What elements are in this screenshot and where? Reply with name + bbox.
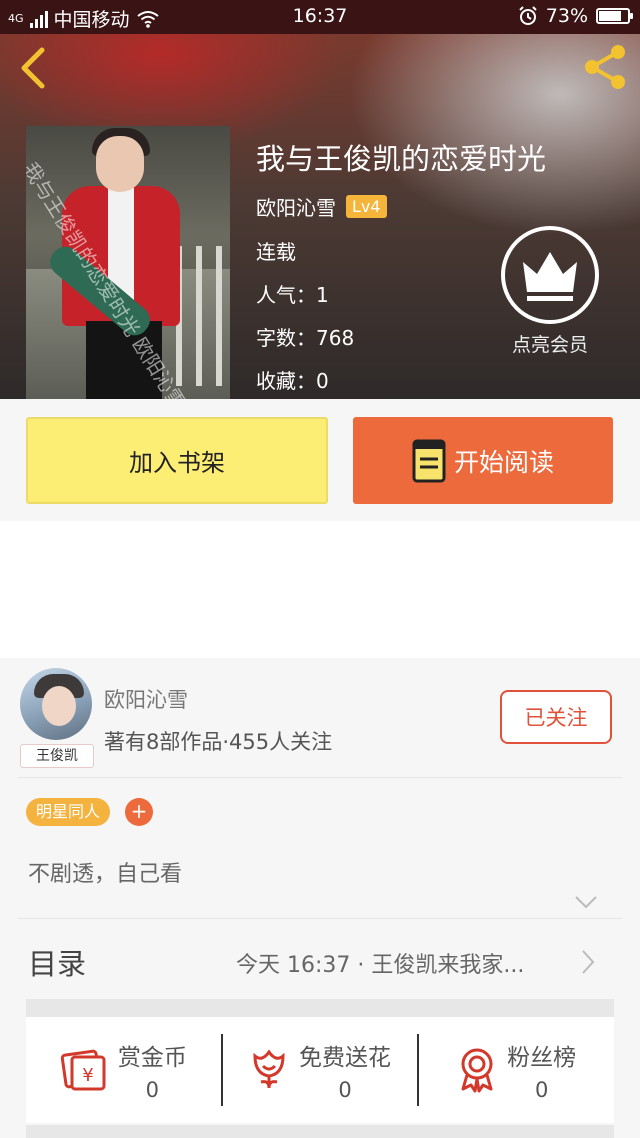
follow-button[interactable]: 已关注 bbox=[500, 690, 612, 744]
reward-count: 0 bbox=[338, 1078, 352, 1102]
author-avatar[interactable] bbox=[20, 668, 92, 740]
book-author[interactable]: 欧阳沁雪 bbox=[256, 192, 336, 221]
book-popularity: 人气：1 bbox=[256, 283, 329, 307]
book-status: 连载 bbox=[256, 240, 296, 264]
reward-count: 0 bbox=[145, 1078, 160, 1102]
chevron-right-icon bbox=[582, 950, 595, 974]
vip-button[interactable]: 点亮会员 bbox=[500, 226, 600, 357]
battery-percent: 73% bbox=[545, 5, 588, 27]
add-to-shelf-label: 加入书架 bbox=[129, 449, 225, 477]
book-title: 我与王俊凯的恋爱时光 bbox=[256, 142, 547, 176]
latest-chapter: 今天 16:37 · 王俊凯来我家... bbox=[236, 953, 525, 978]
add-tag-button[interactable]: + bbox=[125, 798, 153, 826]
book-summary: 不剧透，自己看 bbox=[28, 862, 183, 887]
avatar-tag: 王俊凯 bbox=[20, 744, 94, 768]
tag-chip[interactable]: 明星同人 bbox=[26, 798, 111, 826]
author-level-badge: Lv4 bbox=[346, 195, 387, 218]
toc-label: 目录 bbox=[28, 947, 87, 981]
vip-label: 点亮会员 bbox=[511, 334, 588, 356]
reward-coin-button[interactable]: ¥ 赏金币 0 bbox=[26, 1034, 221, 1106]
book-word-count: 字数：768 bbox=[256, 326, 355, 350]
section-separator bbox=[26, 1125, 614, 1138]
section-separator bbox=[26, 999, 614, 1017]
table-of-contents-row[interactable]: 目录 今天 16:37 · 王俊凯来我家... bbox=[0, 919, 640, 999]
gold-coin-envelope-icon: ¥ bbox=[60, 1049, 106, 1091]
ribbon-medal-icon bbox=[461, 1048, 493, 1093]
reward-label: 粉丝榜 bbox=[507, 1045, 577, 1071]
book-icon bbox=[412, 439, 446, 482]
author-stats: 著有8部作品·455人关注 bbox=[104, 730, 333, 754]
alarm-icon bbox=[519, 6, 537, 25]
back-icon[interactable] bbox=[14, 44, 54, 92]
battery-icon bbox=[596, 8, 633, 24]
blank-area bbox=[0, 521, 640, 658]
crown-icon bbox=[501, 226, 599, 324]
send-flower-button[interactable]: 免费送花 0 bbox=[220, 1034, 418, 1106]
follow-label: 已关注 bbox=[524, 706, 588, 730]
add-to-shelf-button[interactable]: 加入书架 bbox=[26, 417, 328, 504]
flower-icon bbox=[253, 1049, 285, 1089]
action-bar: 加入书架 开始阅读 bbox=[0, 399, 640, 521]
start-reading-button[interactable]: 开始阅读 bbox=[353, 417, 613, 504]
author-name[interactable]: 欧阳沁雪 bbox=[104, 684, 188, 714]
divider bbox=[18, 777, 622, 778]
reward-label: 赏金币 bbox=[117, 1045, 187, 1071]
book-favorites: 收藏：0 bbox=[256, 369, 329, 393]
author-card: 王俊凯 欧阳沁雪 著有8部作品·455人关注 已关注 明星同人 + 不剧透，自己… bbox=[0, 658, 640, 1138]
svg-text:¥: ¥ bbox=[82, 1065, 93, 1086]
book-cover[interactable]: 我与王俊凯的恋爱时光 欧阳沁雪 bbox=[26, 126, 230, 399]
chevron-down-icon[interactable] bbox=[574, 894, 598, 910]
start-reading-label: 开始阅读 bbox=[453, 447, 554, 477]
reward-label: 免费送花 bbox=[299, 1045, 391, 1071]
rewards-bar: ¥ 赏金币 0 免费送花 0 粉丝榜 0 bbox=[26, 1017, 614, 1123]
book-header: 我与王俊凯的恋爱时光 欧阳沁雪 我与王俊凯的恋爱时光 欧阳沁雪 Lv4 连载 人… bbox=[0, 34, 640, 399]
fan-ranking-button[interactable]: 粉丝榜 0 bbox=[417, 1034, 614, 1106]
status-bar: 4G 中国移动 16:37 73% bbox=[0, 0, 640, 34]
reward-count: 0 bbox=[534, 1078, 549, 1102]
share-icon[interactable] bbox=[580, 42, 630, 92]
